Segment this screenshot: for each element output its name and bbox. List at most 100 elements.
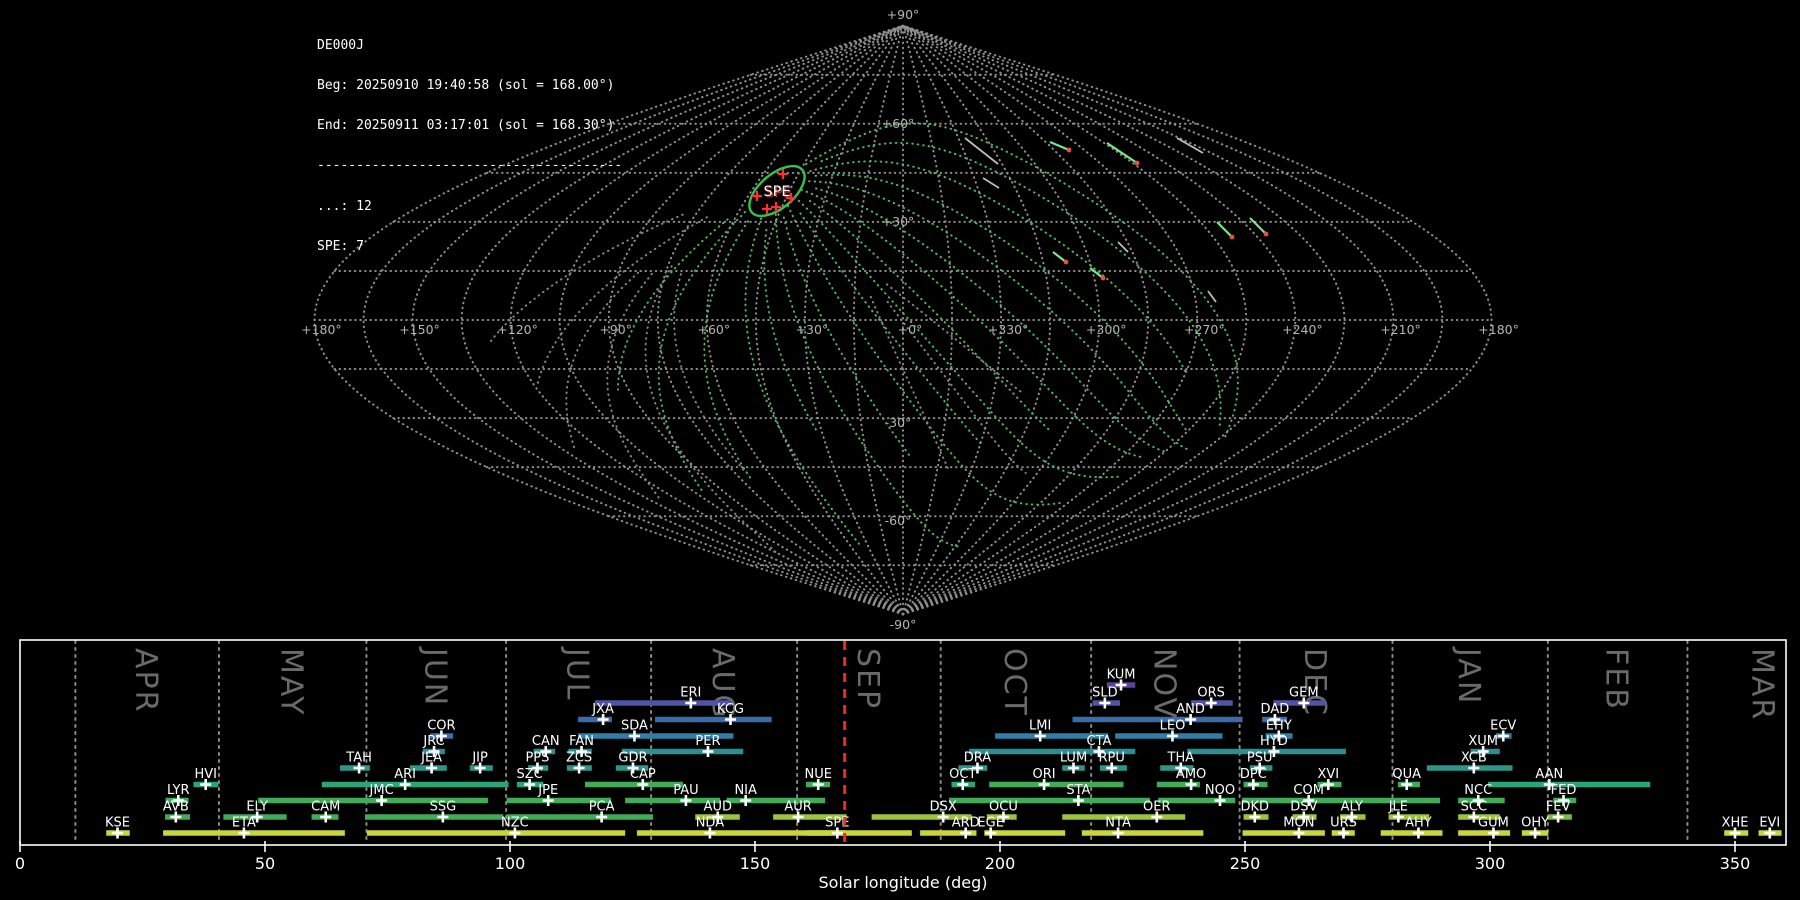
meridian-line bbox=[607, 24, 904, 616]
radiant-plus-marker bbox=[762, 204, 772, 214]
month-label: JUL bbox=[560, 646, 595, 702]
meteor-segment bbox=[1216, 221, 1233, 238]
shower-nue: NUE bbox=[804, 767, 832, 790]
month-label: DEC bbox=[1297, 648, 1332, 717]
north-pole-label: +90° bbox=[887, 7, 920, 22]
sporadic-trail bbox=[644, 265, 780, 556]
shower-evi: EVI bbox=[1758, 816, 1782, 839]
meteor-trail bbox=[793, 196, 1122, 479]
shower-tah: TAH bbox=[339, 751, 372, 774]
meteor-trail bbox=[808, 199, 1053, 434]
month-label: FEB bbox=[1599, 648, 1634, 711]
latitude-label: -60° bbox=[885, 513, 912, 528]
longitude-label: +270° bbox=[1184, 322, 1225, 337]
shower-lum: LUM bbox=[1060, 751, 1087, 774]
separator-line: --------------------------------------- bbox=[317, 158, 623, 174]
month-label: JAN bbox=[1451, 646, 1486, 705]
obs-begin: Beg: 20250910 19:40:58 (sol = 168.00°) bbox=[317, 78, 615, 94]
meteor-trail bbox=[814, 173, 1189, 434]
sporadic-segment bbox=[982, 177, 1000, 189]
x-tick-label: 150 bbox=[740, 854, 771, 873]
radiant-label: SPE bbox=[763, 184, 790, 200]
shower-bar bbox=[984, 830, 1066, 836]
shower-bar bbox=[806, 830, 912, 836]
x-tick-label: 200 bbox=[985, 854, 1016, 873]
shower-bar bbox=[364, 814, 504, 820]
radiant-group: SPESPE bbox=[748, 164, 806, 218]
south-pole-label: -90° bbox=[890, 617, 917, 632]
meteor-trail bbox=[786, 204, 1063, 506]
sporadic-segment bbox=[1207, 290, 1217, 303]
x-tick-label: 300 bbox=[1475, 854, 1506, 873]
shower-bar bbox=[1458, 830, 1511, 836]
meridian-line bbox=[902, 24, 1150, 616]
shower-jip: JIP bbox=[469, 751, 493, 774]
meteor-endpoint bbox=[1263, 231, 1269, 237]
shower-dpc: DPC bbox=[1240, 767, 1268, 790]
longitude-label: +240° bbox=[1282, 322, 1323, 337]
meteor-trail bbox=[657, 211, 747, 495]
info-panel: DE000J Beg: 20250910 19:40:58 (sol = 168… bbox=[317, 12, 622, 267]
meteor-segment bbox=[1052, 251, 1067, 263]
shower-dkd: DKD bbox=[1241, 800, 1269, 823]
longitude-label: +150° bbox=[399, 322, 440, 337]
shower-sld: SLD bbox=[1092, 686, 1121, 709]
shower-hvi: HVI bbox=[193, 767, 219, 790]
shower-oct: OCT bbox=[949, 767, 976, 790]
shower-xhe: XHE bbox=[1722, 816, 1748, 839]
meteor-observation-app: { "header": { "title": "DE000J", "beg": … bbox=[0, 0, 1800, 900]
shower-ohy: OHY bbox=[1521, 816, 1549, 839]
x-tick-label: 100 bbox=[495, 854, 526, 873]
month-label: OCT bbox=[997, 648, 1032, 717]
meteor-segment bbox=[1106, 142, 1138, 164]
shower-zcs: ZCS bbox=[566, 751, 592, 774]
month-label: MAY bbox=[274, 648, 309, 716]
x-tick-label: 250 bbox=[1230, 854, 1261, 873]
shower-avb: AVB bbox=[163, 800, 191, 823]
sporadic-trail bbox=[606, 272, 660, 499]
shower-bar bbox=[989, 781, 1124, 788]
timeline-chart: APR MAY JUN JUL AUG SEP OCT NOV DEC JAN FEB MARKUME… bbox=[15, 639, 1787, 892]
plot-canvas: +90°-90°+60°+30°-30°-60°+180° +150° +120° +… bbox=[15, 7, 1787, 892]
meteor-endpoint bbox=[1134, 160, 1140, 166]
x-tick-label: 50 bbox=[255, 854, 275, 873]
month-label: JUN bbox=[417, 646, 452, 707]
meteor-endpoint bbox=[1063, 259, 1069, 265]
meteor-trail bbox=[809, 160, 1188, 375]
shower-jxa: JXA bbox=[578, 702, 614, 725]
longitude-label: +180° bbox=[301, 322, 342, 337]
month-label: APR bbox=[128, 648, 163, 713]
x-tick-label: 350 bbox=[1720, 854, 1751, 873]
shower-rpu: RPU bbox=[1099, 751, 1127, 774]
shower-bar bbox=[163, 830, 345, 836]
latitude-label: +60° bbox=[882, 116, 915, 131]
sporadic-segment bbox=[1117, 241, 1129, 253]
meteor-trail bbox=[617, 218, 729, 391]
shower-bar bbox=[949, 797, 1150, 804]
shower-fev: FEV bbox=[1546, 800, 1572, 823]
shower-bar bbox=[655, 716, 772, 723]
longitude-label: +210° bbox=[1380, 322, 1421, 337]
meteor-endpoint bbox=[1066, 147, 1072, 153]
longitude-label: +30° bbox=[796, 322, 829, 337]
shower-bar bbox=[594, 700, 732, 706]
sporadic-trail bbox=[673, 273, 745, 472]
shower-cap: CAP bbox=[584, 767, 683, 790]
sporadic-trail bbox=[565, 271, 640, 452]
shower-qua: QUA bbox=[1392, 767, 1421, 790]
shower-bar bbox=[1072, 716, 1243, 723]
meteor-trail bbox=[805, 122, 1239, 439]
shower-bar bbox=[1242, 830, 1325, 836]
shower-kse: KSE bbox=[105, 816, 130, 839]
x-tick-label: 0 bbox=[15, 854, 25, 873]
meteor-endpoint bbox=[1100, 275, 1106, 281]
shower-ege: EGE bbox=[977, 816, 1066, 839]
longitude-label: +180° bbox=[1478, 322, 1519, 337]
obs-end: End: 20250911 03:17:01 (sol = 168.30°) bbox=[317, 118, 615, 134]
meteor-count-total: ...: 12 bbox=[317, 198, 372, 214]
month-label: MAR bbox=[1744, 648, 1779, 721]
shower-bar bbox=[1081, 830, 1204, 836]
shower-bars: KUMERI SLD ORS GEMJXA KCG AND DADCOR SDA LMI LEO E… bbox=[105, 668, 1782, 839]
longitude-label: +120° bbox=[497, 322, 538, 337]
shower-urs: URS bbox=[1330, 816, 1357, 839]
